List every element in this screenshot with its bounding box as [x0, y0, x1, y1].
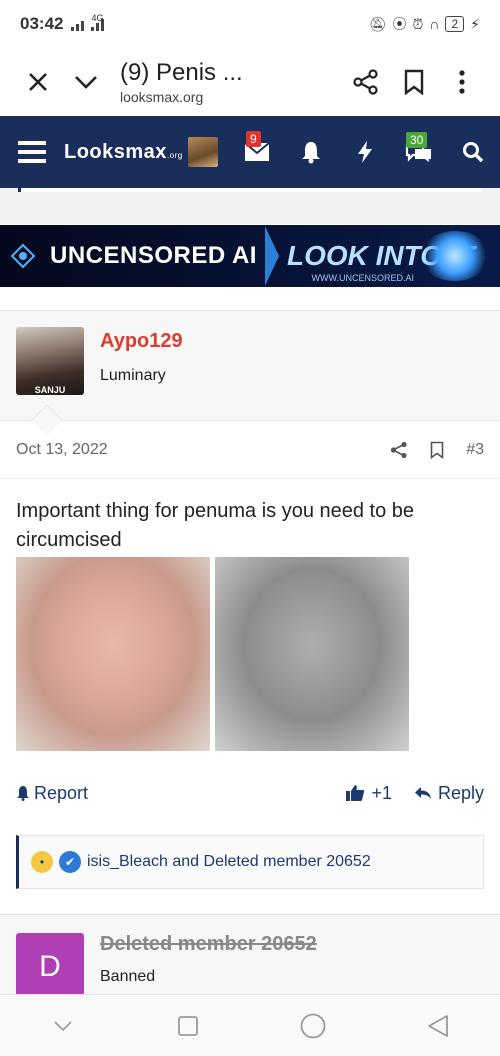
mute-icon: 🔕︎	[368, 15, 387, 32]
post-attachments	[0, 557, 500, 751]
alerts-badge: 30	[406, 132, 428, 148]
account-button[interactable]	[176, 116, 230, 188]
attachment-image-2[interactable]	[215, 557, 409, 751]
next-post-user-block: D Deleted member 20652 Banned	[0, 914, 500, 1001]
network-label: 4G	[91, 13, 104, 23]
ai-chip-icon	[10, 243, 36, 269]
banner-left-text: UNCENSORED AI	[50, 242, 257, 269]
share-icon	[353, 69, 378, 95]
circle-icon	[300, 1013, 325, 1038]
conversations-button[interactable]: 30	[392, 116, 446, 188]
user-avatar[interactable]: D	[16, 933, 84, 1001]
bell-icon	[302, 142, 320, 164]
page-domain: looksmax.org	[120, 89, 204, 105]
reactions-bar[interactable]: • ✔︎ isis_Bleach and Deleted member 2065…	[16, 835, 484, 889]
post: SANJU Aypo129 Luminary Oct 13, 2022 #3 I…	[0, 310, 500, 904]
post-date[interactable]: Oct 13, 2022	[16, 441, 390, 459]
notice-edge	[18, 188, 482, 192]
bookmark-icon[interactable]	[430, 441, 444, 459]
alerts-button[interactable]	[284, 116, 338, 188]
page-title: (9) Penis ...	[120, 59, 243, 86]
bell-icon	[17, 786, 29, 801]
menu-button[interactable]	[0, 116, 64, 188]
more-vertical-icon	[459, 70, 465, 94]
site-navbar: Looksmax.org 9 30	[0, 116, 500, 188]
close-icon	[29, 73, 47, 91]
share-button[interactable]	[342, 58, 390, 106]
overflow-menu-button[interactable]	[438, 58, 486, 106]
search-button[interactable]	[446, 116, 500, 188]
page-title-block[interactable]: (9) Penis ... looksmax.org	[110, 59, 342, 105]
close-tab-button[interactable]	[14, 58, 62, 106]
reply-label: Reply	[437, 782, 484, 803]
home-button[interactable]	[283, 1001, 343, 1051]
search-icon	[463, 142, 484, 163]
clock: 03:42	[20, 14, 64, 33]
back-triangle-icon	[427, 1014, 448, 1037]
reply-icon	[414, 787, 431, 799]
bookmark-icon	[404, 69, 424, 95]
user-title: Luminary	[100, 367, 166, 384]
attachment-image-1[interactable]	[16, 557, 210, 751]
banner-url: WWW.UNCENSORED.AI	[311, 273, 415, 283]
post-user-block: SANJU Aypo129 Luminary	[0, 311, 500, 436]
expand-toolbar-button[interactable]	[62, 58, 110, 106]
thumbs-up-icon	[346, 785, 365, 801]
inbox-badge: 9	[246, 131, 261, 147]
square-icon	[177, 1015, 198, 1036]
alarm-icon: ⏰︎	[412, 15, 424, 32]
back-button[interactable]	[408, 1001, 468, 1051]
avatar	[188, 137, 218, 167]
recents-button[interactable]	[158, 1001, 218, 1051]
user-avatar[interactable]: SANJU	[16, 327, 84, 395]
cry-reaction-icon: •	[31, 851, 53, 873]
chevron-down-icon	[53, 1020, 72, 1031]
inbox-button[interactable]: 9	[230, 116, 284, 188]
chevron-down-icon	[75, 76, 97, 89]
ad-banner[interactable]: UNCENSORED AI LOOK INTO IT WWW.UNCENSORE…	[0, 225, 500, 287]
bookmark-button[interactable]	[390, 58, 438, 106]
whats-new-button[interactable]	[338, 116, 392, 188]
banner-brain-graphic	[420, 231, 490, 281]
charging-icon: ⚡︎	[470, 15, 480, 32]
post-number[interactable]: #3	[466, 441, 484, 459]
notice-strip	[0, 188, 500, 224]
like-button[interactable]: +1	[345, 783, 392, 804]
system-navbar	[0, 994, 500, 1056]
menu-icon	[18, 141, 46, 163]
lock-rotation-icon: ⦿	[392, 16, 407, 32]
report-button[interactable]: Report	[16, 783, 345, 804]
headphones-icon: ∩	[429, 16, 440, 32]
like-count: +1	[371, 782, 392, 803]
avatar-caption: SANJU	[34, 385, 66, 395]
post-meta: Oct 13, 2022 #3	[0, 421, 500, 479]
battery-indicator: 2	[445, 16, 465, 32]
share-icon[interactable]	[390, 441, 408, 459]
report-label: Report	[34, 782, 89, 803]
user-title: Banned	[100, 968, 156, 985]
like-reaction-icon: ✔︎	[59, 851, 81, 873]
bolt-icon	[358, 141, 372, 163]
post-actions: Report +1 Reply	[0, 771, 500, 815]
username-link[interactable]: Deleted member 20652	[100, 933, 317, 956]
reactions-text[interactable]: isis_Bleach and Deleted member 20652	[87, 853, 371, 871]
status-bar: 03:42 4G 🔕︎ ⦿ ⏰︎ ∩ 2 ⚡︎	[0, 0, 500, 48]
username-link[interactable]: Aypo129	[100, 330, 183, 353]
hide-keyboard-button[interactable]	[33, 1001, 93, 1051]
post-body: Important thing for penuma is you need t…	[16, 500, 415, 551]
logo-text: Looksmax	[64, 140, 167, 163]
site-logo[interactable]: Looksmax.org	[64, 140, 182, 164]
browser-toolbar: (9) Penis ... looksmax.org	[0, 48, 500, 116]
banner-arrow	[264, 226, 279, 286]
reply-button[interactable]: Reply	[414, 783, 484, 804]
